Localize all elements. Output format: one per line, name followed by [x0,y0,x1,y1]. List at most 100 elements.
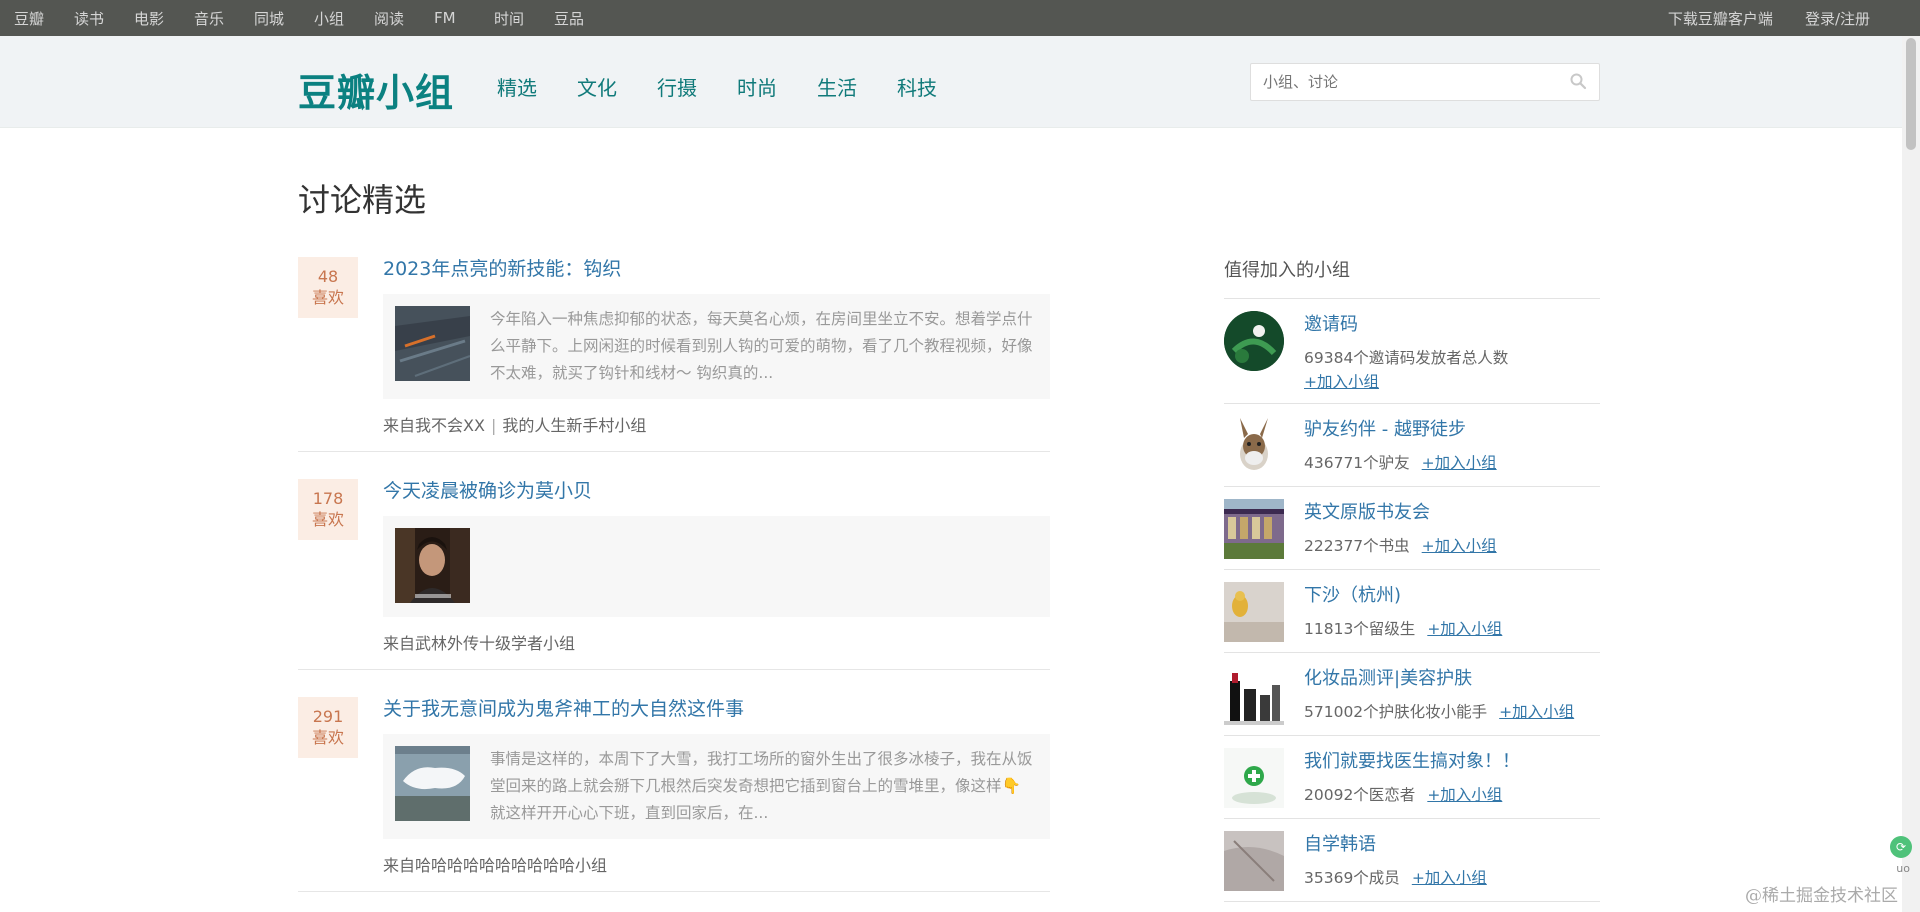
group-meta: 20092个医恋者 +加入小组 [1304,784,1520,806]
page-scrollbar[interactable] [1902,36,1920,912]
login-register-link[interactable]: 登录/注册 [1805,8,1870,29]
group-item: 我们就要找医生搞对象！！ 20092个医恋者 +加入小组 [1224,736,1600,819]
nav-life[interactable]: 生活 [817,72,857,101]
group-name[interactable]: 英文原版书友会 [1304,499,1497,527]
nav-fashion[interactable]: 时尚 [737,72,777,101]
from-prefix: 来自 [383,856,416,875]
sidebar-title: 值得加入的小组 [1224,256,1600,299]
group-meta: 69384个邀请码发放者总人数 +加入小组 [1304,347,1508,393]
floating-assistant-icon[interactable]: ⟳ [1890,836,1912,858]
global-nav-fm[interactable]: FM [434,9,494,27]
group-avatar[interactable] [1224,311,1284,371]
group-name[interactable]: 化妆品测评|美容护肤 [1304,665,1574,693]
topic-feed: 48 喜欢 2023年点亮的新技能：钩织 今年陷入一种焦虑抑郁的状态，每天莫名心… [298,254,1050,912]
topic-title[interactable]: 关于我无意间成为鬼斧神工的大自然这件事 [383,694,1050,724]
join-group-link[interactable]: +加入小组 [1412,869,1487,887]
topic-title[interactable]: 2023年点亮的新技能：钩织 [383,254,1050,284]
scrollbar-thumb[interactable] [1906,38,1916,150]
group-avatar[interactable] [1224,416,1284,476]
topic-item: 178 喜欢 今天凌晨被确诊为莫小贝 来自武林外传十级学者小组 [298,476,1050,670]
nav-culture[interactable]: 文化 [577,72,617,101]
group-meta: 571002个护肤化妆小能手 +加入小组 [1304,701,1574,723]
likes-label: 喜欢 [311,728,344,747]
from-prefix: 来自 [383,634,416,653]
topic-body[interactable]: 事情是这样的，本周下了大雪，我打工场所的窗外生出了很多冰棱子，我在从饭堂回来的路… [383,734,1050,839]
group-member-count: 69384个邀请码发放者总人数 [1304,349,1509,367]
group-info: 下沙（杭州) 11813个留级生 +加入小组 [1304,582,1502,642]
group-member-count: 35369个成员 [1304,869,1400,887]
recommended-groups: 值得加入的小组 邀请码 69384个邀请码发放者总人数 +加入小组 驴友约伴 -… [1224,256,1600,902]
nav-travel[interactable]: 行摄 [657,72,697,101]
nav-featured[interactable]: 精选 [497,72,537,101]
topic-item: 291 喜欢 关于我无意间成为鬼斧神工的大自然这件事 事情是这样的，本周下了大雪… [298,694,1050,892]
group-name[interactable]: 我们就要找医生搞对象！！ [1304,748,1520,776]
global-nav-local[interactable]: 同城 [254,8,314,29]
download-app-link[interactable]: 下载豆瓣客户端 [1668,8,1773,29]
from-group-link[interactable]: 哈哈哈哈哈哈哈哈哈哈小组 [415,856,607,875]
group-avatar[interactable] [1224,499,1284,559]
group-avatar[interactable] [1224,582,1284,642]
search-icon[interactable] [1569,72,1589,92]
group-item: 英文原版书友会 222377个书虫 +加入小组 [1224,487,1600,570]
group-info: 我们就要找医生搞对象！！ 20092个医恋者 +加入小组 [1304,748,1520,808]
global-nav-music[interactable]: 音乐 [194,8,254,29]
group-name[interactable]: 驴友约伴 - 越野徒步 [1304,416,1497,444]
topic-body[interactable]: 今年陷入一种焦虑抑郁的状态，每天莫名心烦，在房间里坐立不安。想着学点什么平静下。… [383,294,1050,399]
topic-item: 48 喜欢 2023年点亮的新技能：钩织 今年陷入一种焦虑抑郁的状态，每天莫名心… [298,254,1050,452]
topic-body[interactable] [383,516,1050,617]
group-meta: 222377个书虫 +加入小组 [1304,535,1497,557]
global-nav-market[interactable]: 豆品 [554,8,614,29]
likes-badge: 291 喜欢 [298,697,358,758]
topic-thumbnail[interactable] [395,528,470,603]
likes-count: 291 [312,707,344,726]
join-group-link[interactable]: +加入小组 [1422,454,1497,472]
group-member-count: 571002个护肤化妆小能手 [1304,703,1488,721]
group-meta: 11813个留级生 +加入小组 [1304,618,1502,640]
group-member-count: 222377个书虫 [1304,537,1410,555]
site-header: 豆瓣小组 精选 文化 行摄 时尚 生活 科技 [0,36,1920,128]
from-user-link[interactable]: 我不会XX [415,416,485,435]
from-group-link[interactable]: 武林外传十级学者小组 [415,634,575,653]
join-group-link[interactable]: +加入小组 [1499,703,1574,721]
topic-source: 来自我不会XX | 我的人生新手村小组 [383,415,1050,437]
global-nav-movie[interactable]: 电影 [134,8,194,29]
group-avatar[interactable] [1224,831,1284,891]
from-group-link[interactable]: 我的人生新手村小组 [502,416,646,435]
global-nav-group[interactable]: 小组 [314,8,374,29]
global-nav-left: 豆瓣 读书 电影 音乐 同城 小组 阅读 FM 时间 豆品 [14,8,614,29]
join-group-link[interactable]: +加入小组 [1304,371,1508,393]
group-avatar[interactable] [1224,748,1284,808]
group-item: 下沙（杭州) 11813个留级生 +加入小组 [1224,570,1600,653]
topic-thumbnail[interactable] [395,746,470,821]
watermark: @稀土掘金技术社区 [1745,886,1898,906]
site-logo[interactable]: 豆瓣小组 [298,62,454,117]
nav-tech[interactable]: 科技 [897,72,937,101]
global-nav-douban[interactable]: 豆瓣 [14,8,74,29]
topic-source: 来自武林外传十级学者小组 [383,633,1050,655]
group-item: 邀请码 69384个邀请码发放者总人数 +加入小组 [1224,299,1600,404]
likes-label: 喜欢 [311,510,344,529]
global-nav-book[interactable]: 读书 [74,8,134,29]
group-name[interactable]: 邀请码 [1304,311,1508,339]
join-group-link[interactable]: +加入小组 [1422,537,1497,555]
group-item: 驴友约伴 - 越野徒步 436771个驴友 +加入小组 [1224,404,1600,487]
likes-label: 喜欢 [311,288,344,307]
join-group-link[interactable]: +加入小组 [1427,620,1502,638]
group-name[interactable]: 自学韩语 [1304,831,1487,859]
group-member-count: 11813个留级生 [1304,620,1416,638]
topic-source: 来自哈哈哈哈哈哈哈哈哈哈小组 [383,855,1050,877]
topic-thumbnail[interactable] [395,306,471,381]
group-member-count: 20092个医恋者 [1304,786,1416,804]
from-separator: | [490,416,497,435]
group-info: 自学韩语 35369个成员 +加入小组 [1304,831,1487,891]
group-name[interactable]: 下沙（杭州) [1304,582,1502,610]
join-group-link[interactable]: +加入小组 [1427,786,1502,804]
likes-badge: 178 喜欢 [298,479,358,540]
global-nav-read[interactable]: 阅读 [374,8,434,29]
group-info: 邀请码 69384个邀请码发放者总人数 +加入小组 [1304,311,1508,393]
search-input[interactable] [1251,65,1561,99]
group-avatar[interactable] [1224,665,1284,725]
global-nav-time[interactable]: 时间 [494,8,554,29]
page-title: 讨论精选 [298,181,427,219]
topic-title[interactable]: 今天凌晨被确诊为莫小贝 [383,476,1050,506]
